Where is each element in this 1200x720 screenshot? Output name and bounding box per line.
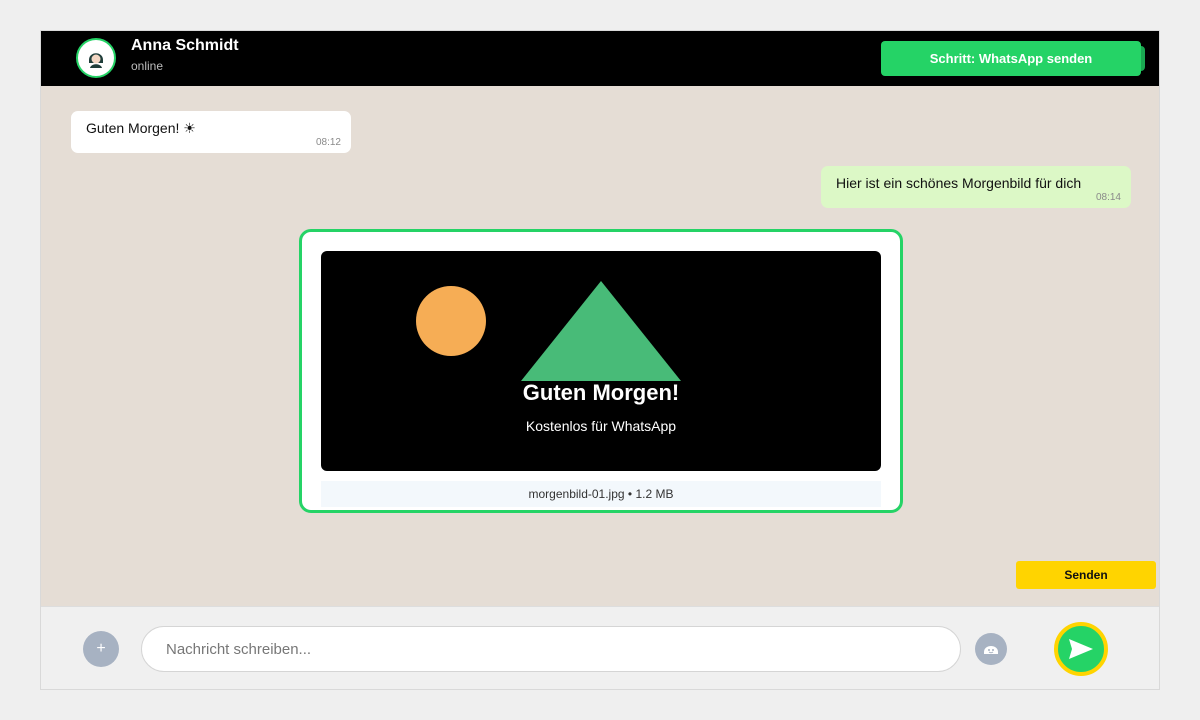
message-composer: + xyxy=(41,606,1159,689)
send-button[interactable]: Senden xyxy=(1016,561,1156,589)
morning-image-preview[interactable]: Guten Morgen! Kostenlos für WhatsApp xyxy=(321,251,881,471)
image-attachment-card[interactable]: Guten Morgen! Kostenlos für WhatsApp mor… xyxy=(299,229,903,513)
image-title: Guten Morgen! xyxy=(522,380,680,405)
message-text: Guten Morgen! ☀ xyxy=(86,120,196,136)
person-avatar-icon xyxy=(86,48,106,68)
message-input[interactable] xyxy=(141,626,961,672)
file-info: morgenbild-01.jpg • 1.2 MB xyxy=(321,481,881,507)
chat-header: Anna Schmidt online Schritt: WhatsApp se… xyxy=(41,31,1159,86)
whatsapp-web-window: Anna Schmidt online Schritt: WhatsApp se… xyxy=(40,30,1160,690)
contact-status: online xyxy=(131,59,164,73)
message-text: Hier ist ein schönes Morgenbild für dich xyxy=(836,175,1082,191)
attach-plus-button[interactable]: + xyxy=(83,631,119,667)
message-time: 08:12 xyxy=(315,137,341,148)
contact-name: Anna Schmidt xyxy=(131,37,239,54)
image-artwork xyxy=(416,281,681,381)
send-arrow-icon xyxy=(1069,639,1093,659)
plus-icon: + xyxy=(96,640,106,657)
emoji-icon xyxy=(984,646,998,654)
emoji-button[interactable] xyxy=(975,633,1007,665)
step-whatsapp-send-button[interactable]: Schritt: WhatsApp senden xyxy=(881,41,1141,76)
message-bubble-outgoing: Hier ist ein schönes Morgenbild für dich… xyxy=(821,166,1131,208)
image-subtitle: Kostenlos für WhatsApp xyxy=(525,418,677,434)
message-bubble-incoming: Guten Morgen! ☀ 08:12 xyxy=(71,111,351,153)
mountain-shape xyxy=(521,281,681,381)
sun-shape xyxy=(416,286,486,356)
message-time: 08:14 xyxy=(1095,192,1121,203)
contact-avatar[interactable] xyxy=(76,38,116,78)
send-message-button[interactable] xyxy=(1054,622,1108,676)
